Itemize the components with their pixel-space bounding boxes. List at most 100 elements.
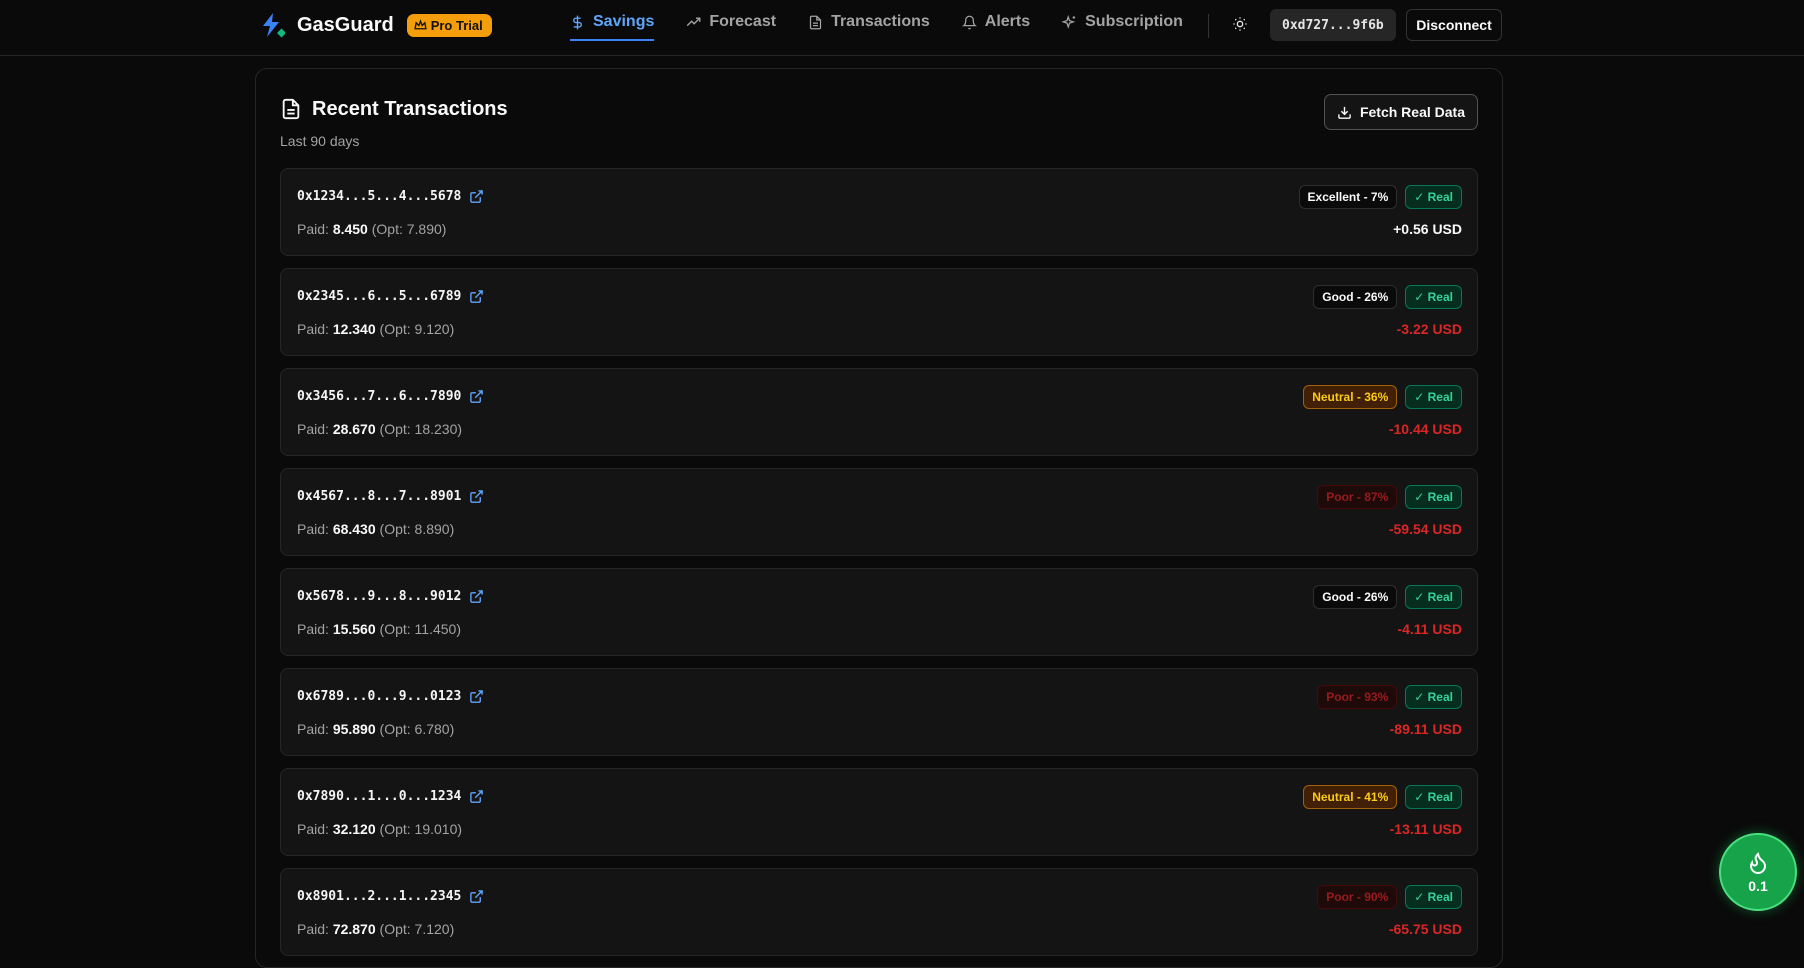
tx-hash: 0x8901...2...1...2345: [297, 889, 484, 904]
tx-badges: Neutral - 41% ✓ Real: [1303, 785, 1462, 809]
tx-rating-badge: Poor - 87%: [1317, 485, 1398, 509]
tx-paid-label: Paid:: [297, 821, 329, 837]
tx-hash-text: 0x5678...9...8...9012: [297, 589, 462, 604]
tx-paid: Paid: 8.450 (Opt: 7.890): [297, 221, 446, 237]
tx-savings-amount: -4.11 USD: [1397, 621, 1462, 637]
nav-alerts-label: Alerts: [984, 13, 1031, 30]
external-link-icon[interactable]: [469, 289, 484, 304]
bell-icon: [961, 15, 977, 29]
external-link-icon[interactable]: [469, 489, 484, 504]
tx-real-badge: ✓ Real: [1405, 385, 1462, 409]
download-icon: [1338, 106, 1351, 119]
tx-optimal-value: (Opt: 18.230): [379, 421, 463, 437]
nav-transactions-label: Transactions: [831, 13, 930, 30]
tx-hash: 0x5678...9...8...9012: [297, 589, 484, 604]
tx-rating-badge: Excellent - 7%: [1298, 185, 1398, 209]
tx-real-badge: ✓ Real: [1405, 585, 1462, 609]
tx-paid-value: 15.560: [332, 621, 376, 637]
theme-toggle-button[interactable]: [1228, 12, 1252, 36]
tx-hash: 0x6789...0...9...0123: [297, 689, 484, 704]
brand[interactable]: GasGuard Pro Trial: [259, 10, 492, 40]
pro-trial-badge: Pro Trial: [406, 13, 492, 37]
main-nav: Savings Forecast Transactions Alerts Sub…: [570, 0, 1215, 44]
sun-icon: [1233, 17, 1247, 31]
transaction-row[interactable]: 0x6789...0...9...0123 Paid: 95.890 (Opt:…: [280, 668, 1478, 756]
nav-alerts[interactable]: Alerts: [961, 0, 1031, 44]
tx-paid: Paid: 32.120 (Opt: 19.010): [297, 821, 462, 837]
tx-savings-amount: -10.44 USD: [1388, 421, 1462, 437]
tx-real-badge: ✓ Real: [1405, 785, 1462, 809]
tx-savings-amount: -59.54 USD: [1388, 521, 1462, 537]
dollar-icon: [573, 15, 582, 29]
nav-savings-label: Savings: [593, 13, 655, 30]
tx-paid-label: Paid:: [297, 721, 329, 737]
tx-badges: Good - 26% ✓ Real: [1313, 585, 1462, 609]
nav-savings[interactable]: Savings: [570, 0, 655, 44]
tx-optimal-value: (Opt: 11.450): [379, 621, 461, 637]
brand-name: GasGuard: [297, 13, 394, 36]
tx-savings-amount: -3.22 USD: [1396, 321, 1462, 337]
tx-hash: 0x7890...1...0...1234: [297, 789, 484, 804]
tx-rating-badge: Good - 26%: [1313, 285, 1398, 309]
tx-paid-label: Paid:: [297, 921, 329, 937]
external-link-icon[interactable]: [469, 389, 484, 404]
tx-paid: Paid: 15.560 (Opt: 11.450): [297, 621, 461, 637]
tx-badges: Good - 26% ✓ Real: [1313, 285, 1462, 309]
tx-badges: Poor - 93% ✓ Real: [1317, 685, 1462, 709]
transaction-row[interactable]: 0x3456...7...6...7890 Paid: 28.670 (Opt:…: [280, 368, 1478, 456]
tx-hash-text: 0x1234...5...4...5678: [297, 189, 462, 204]
tx-paid: Paid: 95.890 (Opt: 6.780): [297, 721, 454, 737]
top-header: GasGuard Pro Trial Savings Forecast Tran…: [0, 0, 1804, 56]
transaction-row[interactable]: 0x4567...8...7...8901 Paid: 68.430 (Opt:…: [280, 468, 1478, 556]
nav-forecast-label: Forecast: [709, 13, 777, 30]
tx-paid-value: 95.890: [332, 721, 376, 737]
gas-price-widget[interactable]: 0.1: [1719, 833, 1797, 911]
tx-badges: Neutral - 36% ✓ Real: [1303, 385, 1462, 409]
tx-hash: 0x2345...6...5...6789: [297, 289, 484, 304]
tx-rating-badge: Poor - 93%: [1317, 685, 1398, 709]
trending-up-icon: [687, 16, 701, 26]
tx-hash: 0x4567...8...7...8901: [297, 489, 484, 504]
tx-hash-text: 0x3456...7...6...7890: [297, 389, 462, 404]
external-link-icon[interactable]: [469, 889, 484, 904]
external-link-icon[interactable]: [469, 789, 484, 804]
transaction-row[interactable]: 0x5678...9...8...9012 Paid: 15.560 (Opt:…: [280, 568, 1478, 656]
nav-subscription[interactable]: Subscription: [1062, 0, 1183, 44]
tx-paid: Paid: 28.670 (Opt: 18.230): [297, 421, 462, 437]
external-link-icon[interactable]: [469, 189, 484, 204]
tx-badges: Poor - 90% ✓ Real: [1317, 885, 1462, 909]
tx-real-badge: ✓ Real: [1405, 885, 1462, 909]
flame-icon: [1749, 852, 1767, 874]
tx-paid-value: 68.430: [332, 521, 376, 537]
tx-paid-label: Paid:: [297, 521, 329, 537]
tx-paid: Paid: 72.870 (Opt: 7.120): [297, 921, 454, 937]
tx-rating-badge: Neutral - 41%: [1303, 785, 1398, 809]
fetch-real-data-button[interactable]: Fetch Real Data: [1323, 94, 1478, 130]
tx-paid-label: Paid:: [297, 321, 329, 337]
tx-rating-badge: Neutral - 36%: [1303, 385, 1398, 409]
transaction-list: 0x1234...5...4...5678 Paid: 8.450 (Opt: …: [280, 168, 1478, 968]
tx-hash-text: 0x8901...2...1...2345: [297, 889, 462, 904]
nav-transactions[interactable]: Transactions: [808, 0, 930, 44]
wallet-address[interactable]: 0xd727...9f6b: [1270, 9, 1396, 41]
tx-badges: Excellent - 7% ✓ Real: [1298, 185, 1462, 209]
tx-hash-text: 0x2345...6...5...6789: [297, 289, 462, 304]
external-link-icon[interactable]: [469, 689, 484, 704]
disconnect-button[interactable]: Disconnect: [1406, 9, 1502, 41]
transaction-row[interactable]: 0x7890...1...0...1234 Paid: 32.120 (Opt:…: [280, 768, 1478, 856]
nav-subscription-label: Subscription: [1085, 13, 1183, 30]
external-link-icon[interactable]: [469, 589, 484, 604]
tx-real-badge: ✓ Real: [1405, 285, 1462, 309]
file-text-icon: [282, 98, 300, 120]
tx-optimal-value: (Opt: 19.010): [379, 821, 463, 837]
tx-optimal-value: (Opt: 7.890): [371, 221, 447, 237]
nav-forecast[interactable]: Forecast: [686, 0, 776, 44]
tx-paid: Paid: 68.430 (Opt: 8.890): [297, 521, 454, 537]
transaction-row[interactable]: 0x1234...5...4...5678 Paid: 8.450 (Opt: …: [280, 168, 1478, 256]
transaction-row[interactable]: 0x8901...2...1...2345 Paid: 72.870 (Opt:…: [280, 868, 1478, 956]
tx-optimal-value: (Opt: 8.890): [379, 521, 455, 537]
gas-price-value: 0.1: [1748, 878, 1768, 894]
tx-savings-amount: +0.56 USD: [1393, 221, 1462, 237]
tx-paid-label: Paid:: [297, 621, 329, 637]
transaction-row[interactable]: 0x2345...6...5...6789 Paid: 12.340 (Opt:…: [280, 268, 1478, 356]
